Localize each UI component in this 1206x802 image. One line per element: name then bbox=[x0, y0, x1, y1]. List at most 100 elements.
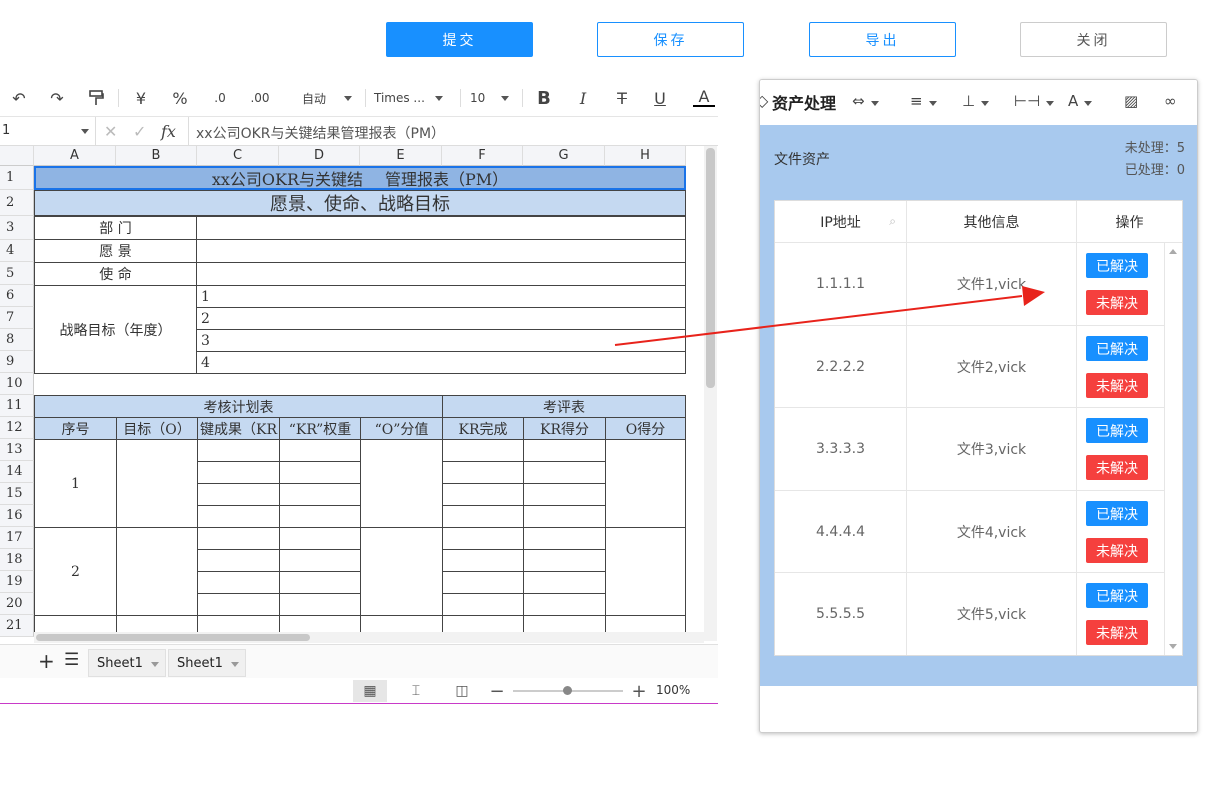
sheet-tab[interactable]: Sheet1 bbox=[168, 649, 246, 677]
corner-cell[interactable] bbox=[0, 146, 34, 166]
underline-icon[interactable]: U bbox=[650, 87, 670, 109]
kr-weight-cell[interactable] bbox=[279, 593, 361, 616]
goal-1[interactable]: 1 bbox=[196, 285, 686, 308]
font-color-icon[interactable]: A bbox=[693, 87, 715, 107]
kr-done-cell[interactable] bbox=[442, 483, 524, 506]
resolved-button[interactable]: 已解决 bbox=[1086, 501, 1148, 526]
cell-name-box[interactable]: 1 bbox=[0, 117, 96, 145]
col-header-g[interactable]: G bbox=[523, 146, 605, 166]
col-header-cell[interactable]: O得分 bbox=[605, 417, 686, 440]
row-header[interactable]: 10 bbox=[0, 373, 34, 395]
row-header[interactable]: 4 bbox=[0, 240, 34, 262]
eval-header[interactable]: 考评表 bbox=[442, 395, 686, 418]
o-score-cell[interactable] bbox=[360, 439, 443, 528]
sheet-list-icon[interactable]: ☰ bbox=[64, 650, 79, 670]
zoom-in-icon[interactable]: + bbox=[622, 680, 656, 702]
o-result-cell[interactable] bbox=[605, 439, 686, 528]
sheet-title-cell[interactable]: xx公司OKR与关键结 管理报表（PM） bbox=[34, 166, 686, 190]
kr-weight-cell[interactable] bbox=[279, 439, 361, 462]
unresolved-button[interactable]: 未解决 bbox=[1086, 290, 1148, 315]
italic-icon[interactable]: I bbox=[573, 87, 593, 109]
export-button[interactable]: 导出 bbox=[809, 22, 956, 57]
resolved-button[interactable]: 已解决 bbox=[1086, 583, 1148, 608]
subtitle-cell[interactable]: 愿景、使命、战略目标 bbox=[34, 190, 686, 216]
strategy-label[interactable]: 战略目标（年度） bbox=[34, 285, 197, 374]
search-icon[interactable]: ⌕ bbox=[889, 214, 896, 229]
col-header-cell[interactable]: KR得分 bbox=[523, 417, 606, 440]
unresolved-button[interactable]: 未解决 bbox=[1086, 620, 1148, 645]
resolved-button[interactable]: 已解决 bbox=[1086, 336, 1148, 361]
kr-cell[interactable] bbox=[197, 571, 280, 594]
row-header[interactable]: 11 bbox=[0, 395, 34, 417]
row-header[interactable]: 2 bbox=[0, 190, 34, 216]
page-break-view-icon[interactable]: ⌶ bbox=[399, 680, 433, 702]
resolved-button[interactable]: 已解决 bbox=[1086, 418, 1148, 443]
col-header-f[interactable]: F bbox=[442, 146, 523, 166]
dept-label[interactable]: 部 门 bbox=[34, 216, 197, 240]
table-scrollbar[interactable] bbox=[1165, 243, 1182, 655]
col-header-e[interactable]: E bbox=[360, 146, 442, 166]
submit-button[interactable]: 提交 bbox=[386, 22, 533, 57]
text-rotate-icon[interactable]: A bbox=[1068, 92, 1093, 110]
kr-done-cell[interactable] bbox=[442, 549, 524, 572]
col-header-d[interactable]: D bbox=[279, 146, 360, 166]
kr-score-cell[interactable] bbox=[523, 505, 606, 528]
bold-icon[interactable]: B bbox=[534, 87, 554, 109]
redo-icon[interactable]: ↷ bbox=[46, 87, 68, 109]
kr-weight-cell[interactable] bbox=[279, 505, 361, 528]
dept-value[interactable] bbox=[196, 216, 686, 240]
goal-3[interactable]: 3 bbox=[196, 329, 686, 352]
kr-weight-cell[interactable] bbox=[279, 461, 361, 484]
row-header[interactable]: 14 bbox=[0, 461, 34, 483]
seq-cell[interactable]: 2 bbox=[34, 527, 117, 616]
kr-cell[interactable] bbox=[197, 461, 280, 484]
plan-header[interactable]: 考核计划表 bbox=[34, 395, 443, 418]
goal-4[interactable]: 4 bbox=[196, 351, 686, 374]
kr-done-cell[interactable] bbox=[442, 571, 524, 594]
decimal-add-icon[interactable]: .0 bbox=[206, 87, 234, 109]
fill-color-icon[interactable]: ◇ bbox=[760, 91, 768, 110]
kr-done-cell[interactable] bbox=[442, 593, 524, 616]
unresolved-button[interactable]: 未解决 bbox=[1086, 538, 1148, 563]
col-header-cell[interactable]: 目标（O） bbox=[116, 417, 198, 440]
col-header-cell[interactable]: KR完成 bbox=[442, 417, 524, 440]
horizontal-scrollbar[interactable] bbox=[34, 632, 704, 643]
scroll-thumb[interactable] bbox=[36, 634, 310, 641]
percent-icon[interactable]: % bbox=[168, 87, 192, 109]
kr-weight-cell[interactable] bbox=[279, 527, 361, 550]
kr-cell[interactable] bbox=[197, 549, 280, 572]
objective-cell[interactable] bbox=[116, 439, 198, 528]
font-family-select[interactable]: Times ... bbox=[374, 87, 452, 109]
col-header-cell[interactable]: “O”分值 bbox=[360, 417, 443, 440]
col-header-b[interactable]: B bbox=[116, 146, 197, 166]
mission-value[interactable] bbox=[196, 262, 686, 286]
row-header[interactable]: 20 bbox=[0, 593, 34, 615]
row-header[interactable]: 7 bbox=[0, 307, 34, 329]
cancel-icon[interactable]: ✕ bbox=[104, 122, 117, 141]
zoom-out-icon[interactable]: − bbox=[480, 680, 514, 702]
vision-label[interactable]: 愿 景 bbox=[34, 239, 197, 263]
kr-score-cell[interactable] bbox=[523, 483, 606, 506]
merge-cells-icon[interactable]: ⇔ bbox=[852, 92, 879, 110]
kr-weight-cell[interactable] bbox=[279, 483, 361, 506]
goal-2[interactable]: 2 bbox=[196, 307, 686, 330]
o-result-cell[interactable] bbox=[605, 527, 686, 616]
image-icon[interactable]: ▨ bbox=[1124, 92, 1138, 110]
kr-done-cell[interactable] bbox=[442, 439, 524, 462]
row-header[interactable]: 13 bbox=[0, 439, 34, 461]
kr-cell[interactable] bbox=[197, 527, 280, 550]
scroll-down-icon[interactable] bbox=[1169, 644, 1177, 649]
vision-value[interactable] bbox=[196, 239, 686, 263]
scroll-thumb[interactable] bbox=[706, 148, 715, 388]
add-sheet-icon[interactable]: + bbox=[38, 649, 55, 673]
text-wrap-icon[interactable]: ⊢⊣ bbox=[1014, 92, 1055, 110]
col-header-cell[interactable]: 序号 bbox=[34, 417, 117, 440]
close-button[interactable]: 关闭 bbox=[1020, 22, 1167, 57]
kr-score-cell[interactable] bbox=[523, 549, 606, 572]
col-header-cell[interactable]: 键成果（KR bbox=[197, 417, 280, 440]
kr-cell[interactable] bbox=[197, 439, 280, 462]
align-left-icon[interactable]: ≡ bbox=[910, 92, 937, 110]
resolved-button[interactable]: 已解决 bbox=[1086, 253, 1148, 278]
page-layout-view-icon[interactable]: ◫ bbox=[445, 680, 479, 702]
seq-cell[interactable]: 1 bbox=[34, 439, 117, 528]
